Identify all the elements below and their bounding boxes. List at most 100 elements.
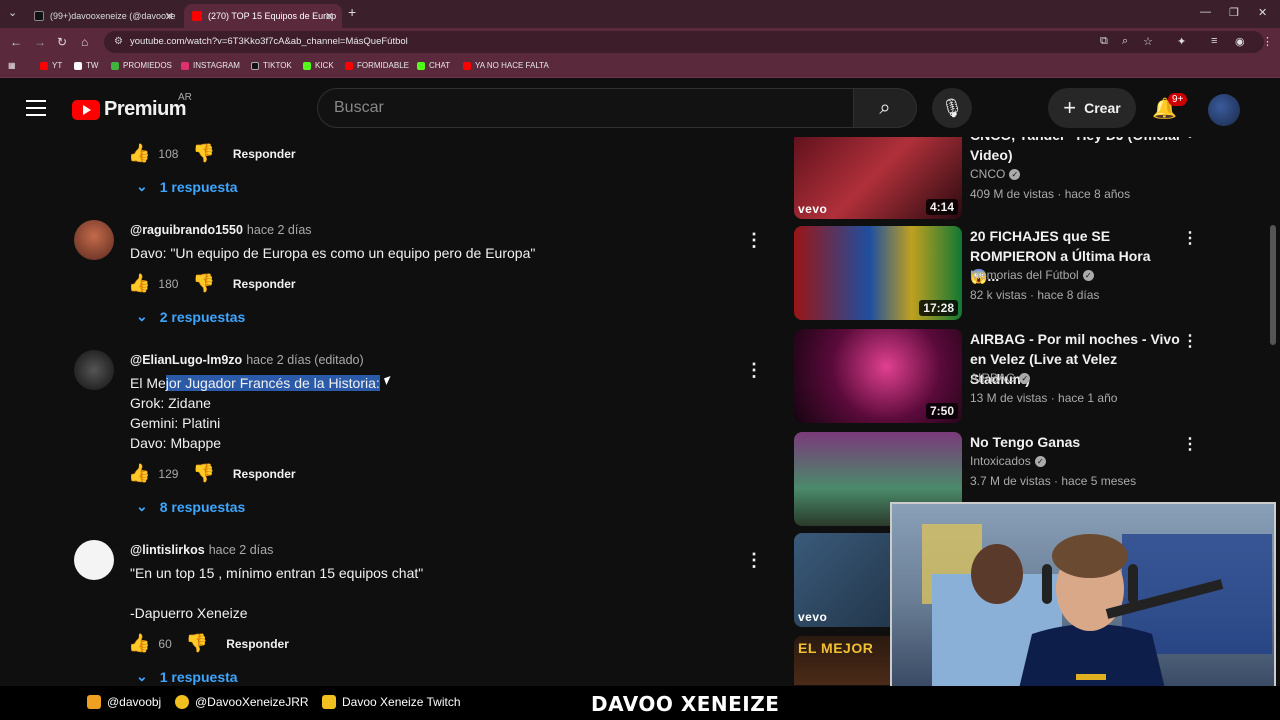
back-icon[interactable]: ← [10, 35, 22, 49]
bookmark-label: TW [86, 61, 99, 70]
bookmark-tiktok[interactable]: TIKTOK [251, 61, 292, 70]
author-name: @lintislirkos [130, 543, 205, 557]
bookmark-promiedos[interactable]: PROMIEDOS [111, 61, 172, 70]
view-replies-button[interactable]: ⌄ 1 respuesta [136, 668, 238, 685]
like-icon[interactable]: 👍 [128, 273, 150, 294]
apps-grid-icon[interactable]: ▦ [8, 61, 16, 70]
bookmark-ya-no-hace-falta[interactable]: YA NO HACE FALTA [463, 61, 549, 70]
avatar[interactable] [74, 220, 114, 260]
video-title[interactable]: CNCO, Yandel - Hey DJ (Official Video) [970, 137, 1180, 165]
reading-list-icon[interactable]: ≡ [1211, 35, 1217, 47]
url-field[interactable]: ⚙ youtube.com/watch?v=6T3Kko3f7cA&ab_cha… [104, 31, 1264, 53]
profile-icon[interactable]: ◉ [1235, 35, 1245, 48]
home-icon[interactable]: ⌂ [81, 35, 88, 49]
like-icon[interactable]: 👍 [128, 633, 150, 654]
voice-search-button[interactable]: 🎙 [932, 88, 972, 128]
comment-menu-icon[interactable]: ⋮ [745, 230, 763, 251]
related-video[interactable]: vevo 4:14 CNCO, Yandel - Hey DJ (Officia… [794, 137, 1214, 219]
verified-icon: ✓ [1019, 373, 1031, 385]
comment-menu-icon[interactable]: ⋮ [745, 550, 763, 571]
tab-search-icon[interactable]: ⌄ [8, 6, 17, 19]
reply-button[interactable]: Responder [233, 467, 296, 481]
restore-icon[interactable]: ❐ [1229, 6, 1239, 19]
minimize-icon[interactable]: — [1200, 6, 1211, 18]
create-button[interactable]: + Crear [1048, 88, 1136, 128]
comment-author[interactable]: @raguibrando1550 hace 2 días [130, 223, 312, 237]
bookmarks-bar: ▦ YT TW PROMIEDOS INSTAGRAM TIKTOK KICK … [0, 56, 1280, 78]
youtube-favicon-icon [192, 11, 202, 21]
video-menu-icon[interactable]: ⋮ [1182, 331, 1198, 351]
related-video[interactable]: 7:50 AIRBAG - Por mil noches - Vivo en V… [794, 329, 1214, 423]
view-replies-button[interactable]: ⌄ 8 respuestas [136, 498, 245, 515]
video-menu-icon[interactable]: ⋮ [1182, 434, 1198, 454]
related-video[interactable]: 17:28 20 FICHAJES que SE ROMPIERON a Últ… [794, 226, 1214, 320]
verified-icon: ✓ [1009, 169, 1021, 181]
like-icon[interactable]: 👍 [128, 463, 150, 484]
video-thumbnail[interactable]: 7:50 [794, 329, 962, 423]
zoom-icon[interactable]: ⌕ [1122, 35, 1128, 48]
comment-author[interactable]: @ElianLugo-lm9zo hace 2 días (editado) [130, 353, 364, 367]
bookmark-label: FORMIDABLE [357, 61, 410, 70]
page-scrollbar[interactable] [1270, 225, 1276, 345]
reply-button[interactable]: Responder [233, 277, 296, 291]
youtube-icon [345, 61, 353, 70]
reload-icon[interactable]: ↻ [57, 35, 67, 49]
bookmark-formidable[interactable]: FORMIDABLE [345, 61, 409, 70]
forward-icon[interactable]: → [34, 35, 46, 49]
video-thumbnail[interactable]: 17:28 [794, 226, 962, 320]
channel-name[interactable]: AIRBAG ✓ [970, 371, 1031, 385]
dislike-icon[interactable]: 👎 [192, 273, 214, 294]
reply-button[interactable]: Responder [226, 637, 289, 651]
avatar[interactable] [74, 350, 114, 390]
plus-icon: + [1063, 95, 1077, 120]
comment-menu-icon[interactable]: ⋮ [745, 360, 763, 381]
search-input[interactable]: Buscar [317, 88, 854, 128]
channel-name[interactable]: CNCO ✓ [970, 167, 1021, 181]
close-tab-icon[interactable]: ✕ [325, 10, 334, 23]
dislike-icon[interactable]: 👎 [186, 633, 208, 654]
account-avatar[interactable] [1208, 94, 1240, 126]
like-count: 60 [158, 636, 172, 651]
search-button[interactable]: ⌕ [853, 88, 917, 128]
bookmark-instagram[interactable]: INSTAGRAM [181, 61, 240, 70]
close-window-icon[interactable]: ✕ [1258, 6, 1267, 19]
hamburger-menu-icon[interactable] [26, 100, 46, 116]
address-bar-row: ← → ↻ ⌂ ⚙ youtube.com/watch?v=6T3Kko3f7c… [0, 28, 1280, 56]
dislike-icon[interactable]: 👎 [192, 463, 214, 484]
comment-line: Grok: Zidane [130, 395, 211, 411]
view-replies-button[interactable]: ⌄ 2 respuestas [136, 308, 245, 325]
comment-author[interactable]: @lintislirkos hace 2 días [130, 543, 273, 557]
video-thumbnail[interactable]: vevo 4:14 [794, 137, 962, 219]
bookmark-tw[interactable]: TW [74, 61, 98, 70]
youtube-premium-logo[interactable]: Premium AR [72, 92, 192, 121]
comment-text-part: El Me [130, 375, 166, 391]
view-replies-button[interactable]: ⌄ 1 respuesta [136, 178, 238, 195]
browser-tab-youtube[interactable]: (270) TOP 15 Equipos de Europ ✕ [184, 4, 342, 28]
bookmark-chat[interactable]: CHAT [417, 61, 450, 70]
bookmark-kick[interactable]: KICK [303, 61, 334, 70]
bookmark-star-icon[interactable]: ☆ [1143, 35, 1153, 48]
extensions-icon[interactable]: ✦ [1177, 35, 1186, 48]
like-icon[interactable]: 👍 [128, 143, 150, 164]
tiktok-favicon-icon [34, 11, 44, 21]
video-menu-icon[interactable]: ⋮ [1182, 137, 1198, 141]
channel-name[interactable]: Memorias del Fútbol ✓ [970, 268, 1094, 282]
browser-tab-tiktok[interactable]: (99+)davooxeneize (@davooxe ✕ [26, 4, 182, 28]
close-tab-icon[interactable]: ✕ [165, 10, 174, 23]
reply-button[interactable]: Responder [233, 147, 296, 161]
install-icon[interactable]: ⧉ [1100, 35, 1108, 48]
bookmark-yt[interactable]: YT [40, 61, 62, 70]
comments-section: 👍 108 👎 Responder ⌄ 1 respuesta @raguibr… [0, 137, 780, 685]
like-count: 108 [158, 146, 179, 161]
stream-info-bar: @davoobj @DavooXeneizeJRR Davoo Xeneize … [0, 686, 1280, 720]
video-title[interactable]: No Tengo Ganas [970, 432, 1180, 452]
channel-name[interactable]: Intoxicados ✓ [970, 454, 1046, 468]
menu-kebab-icon[interactable]: ⋮ [1262, 35, 1273, 48]
site-info-icon[interactable]: ⚙ [114, 36, 123, 47]
video-menu-icon[interactable]: ⋮ [1182, 228, 1198, 248]
new-tab-button[interactable]: + [348, 4, 356, 20]
comment-time: hace 2 días [208, 543, 274, 557]
avatar[interactable] [74, 540, 114, 580]
dislike-icon[interactable]: 👎 [192, 143, 214, 164]
promiedos-icon [111, 61, 119, 70]
